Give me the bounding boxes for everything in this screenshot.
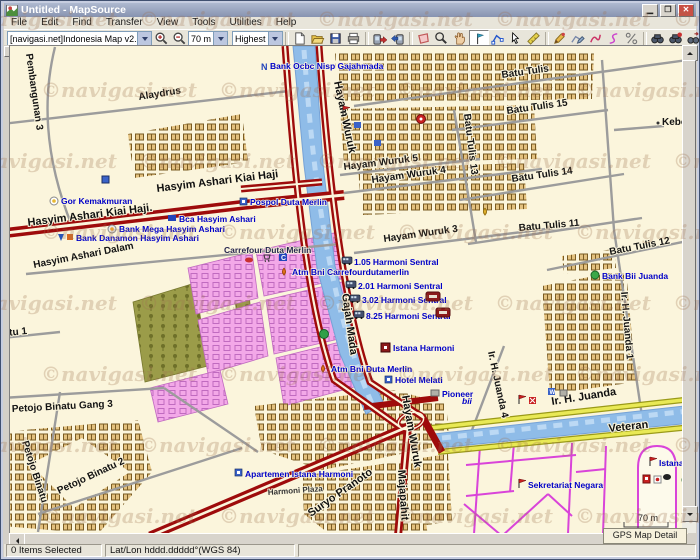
- menu-help[interactable]: Help: [269, 17, 304, 29]
- status-bar: 0 Items Selected Lat/Lon hddd.ddddd°(WGS…: [4, 544, 696, 557]
- poi-label: Bank Danamon Hasyim Ashari: [76, 233, 199, 243]
- poi-label: Hotel Melati: [395, 375, 443, 385]
- vertical-scroll-thumb[interactable]: [682, 60, 696, 508]
- poi-bank-ocbc: N Bank Ocbc Nisp Gajahmada: [261, 61, 384, 72]
- menu-find[interactable]: Find: [65, 17, 98, 29]
- hand-pan-icon: [452, 31, 467, 46]
- send-to-device-icon: [372, 31, 387, 46]
- poi-label: Istana Harmoni: [393, 343, 454, 353]
- binoculars-recent-icon: [686, 31, 700, 46]
- poi-label: Bank Ocbc Nisp Gajahmada: [270, 61, 384, 71]
- zoom-scale-value: 70 m: [189, 34, 213, 44]
- waypoint-flag-icon: [471, 31, 486, 46]
- poi-atm-bni-duta: Atm Bni Duta Merlin: [322, 364, 413, 374]
- poi-label: bii: [462, 396, 473, 406]
- poi-label: Apartemen Istana Harmoni: [245, 469, 353, 479]
- poi-label: Bank Bii Juanda: [602, 271, 668, 281]
- poi-bank-bii: Bank Bii Juanda: [591, 271, 668, 281]
- menu-view[interactable]: View: [150, 17, 186, 29]
- mapsource-window: Untitled - MapSource ▁ ❐ ✕ File Edit Fin…: [0, 0, 700, 560]
- app-icon: [6, 5, 18, 16]
- vertical-scrollbar[interactable]: [682, 45, 696, 533]
- open-folder-icon: [310, 31, 325, 46]
- poi-label: Sekretariat Negara: [528, 480, 603, 490]
- gps-map-detail-label: GPS Map Detail: [613, 530, 678, 540]
- poi-atm-bni-carrefour: Atm Bni Carrefourdutamerlin: [283, 267, 410, 277]
- poi-gor: Gor Kemakmuran: [50, 196, 132, 206]
- divide-icon: [624, 31, 639, 46]
- scroll-down-button[interactable]: [682, 506, 698, 522]
- poi-busway-stops: 1.05 Harmoni Sentral 2.01 Harmoni Sentra…: [342, 257, 451, 321]
- cursor-arrow-icon: [508, 31, 523, 46]
- binoculars-icon: [650, 31, 665, 46]
- title-bar[interactable]: Untitled - MapSource ▁ ❐ ✕: [4, 3, 696, 17]
- poi-label: Gor Kemakmuran: [61, 196, 132, 206]
- poi-bii: bii: [462, 396, 473, 406]
- poi-apartemen: Apartemen Istana Harmoni: [235, 469, 353, 479]
- menu-file[interactable]: File: [4, 17, 34, 29]
- map-canvas[interactable]: Alaydrus Pembangunan 3 Hasyim Ashari Kia…: [10, 46, 688, 534]
- map-select-tool-icon: [416, 31, 431, 46]
- save-floppy-icon: [328, 31, 343, 46]
- close-button[interactable]: ✕: [678, 4, 694, 17]
- curve-filter-icon: [606, 31, 621, 46]
- map-product-value: [navigasi.net]Indonesia Map v2.03 NT (fr…: [8, 34, 137, 44]
- menu-edit[interactable]: Edit: [34, 17, 65, 29]
- pencil-waypoint-icon: [552, 31, 567, 46]
- poi-bca: Bca Hasyim Ashari: [168, 214, 256, 224]
- map-product-dropdown-icon[interactable]: [137, 32, 151, 46]
- status-position-format: Lat/Lon hddd.ddddd°(WGS 84): [105, 544, 295, 557]
- detail-level-dropdown-icon[interactable]: [268, 32, 282, 46]
- svg-text:W: W: [550, 390, 556, 396]
- map-viewport: Alaydrus Pembangunan 3 Hasyim Ashari Kia…: [9, 45, 688, 534]
- maximize-button[interactable]: ❐: [660, 4, 676, 17]
- poi-label: 1.05 Harmoni Sentral: [354, 257, 439, 267]
- scale-value: 70 m: [638, 513, 658, 523]
- scroll-up-button[interactable]: [682, 45, 698, 61]
- menu-utilities[interactable]: Utilities: [223, 17, 269, 29]
- poi-label: 2.01 Harmoni Sentral: [358, 281, 443, 291]
- new-document-icon: [292, 31, 307, 46]
- zoom-in-icon: [154, 31, 169, 46]
- ruler-measure-icon: [526, 31, 541, 46]
- status-spacer: [298, 544, 696, 557]
- zoom-out-icon: [172, 31, 187, 46]
- menu-bar: File Edit Find Transfer View Tools Utili…: [4, 17, 696, 29]
- poi-label: Carrefour Duta Merlin: [224, 245, 311, 255]
- detail-level-value: Highest: [233, 34, 268, 44]
- status-selection: 0 Items Selected: [6, 544, 102, 557]
- zoom-tool-icon: [434, 31, 449, 46]
- window-title: Untitled - MapSource: [21, 4, 126, 16]
- menu-transfer[interactable]: Transfer: [99, 17, 150, 29]
- poi-setneg: Sekretariat Negara: [519, 479, 603, 490]
- poi-bank-danamon: Bank Danamon Hasyim Ashari: [58, 233, 199, 243]
- print-icon: [346, 31, 361, 46]
- receive-from-device-icon: [390, 31, 405, 46]
- poi-label: Atm Bni Duta Merlin: [331, 364, 412, 374]
- poi-label: Bca Hasyim Ashari: [179, 214, 256, 224]
- menu-tools[interactable]: Tools: [185, 17, 222, 29]
- track-draw-icon: [588, 31, 603, 46]
- route-tool-icon: [490, 31, 505, 46]
- pencil-route-icon: [570, 31, 585, 46]
- bank-icon: N: [261, 62, 268, 72]
- binoculars-nearest-icon: [668, 31, 683, 46]
- poi-label: Atm Bni Carrefourdutamerlin: [292, 267, 409, 277]
- zoom-scale-dropdown-icon[interactable]: [213, 32, 227, 46]
- minimize-button[interactable]: ▁: [642, 4, 658, 17]
- poi-pospol: Pospol Duta Merlin: [240, 197, 327, 207]
- poi-label: Pospol Duta Merlin: [250, 197, 327, 207]
- svg-text:C: C: [281, 255, 286, 262]
- gps-map-detail-box: GPS Map Detail: [603, 528, 687, 544]
